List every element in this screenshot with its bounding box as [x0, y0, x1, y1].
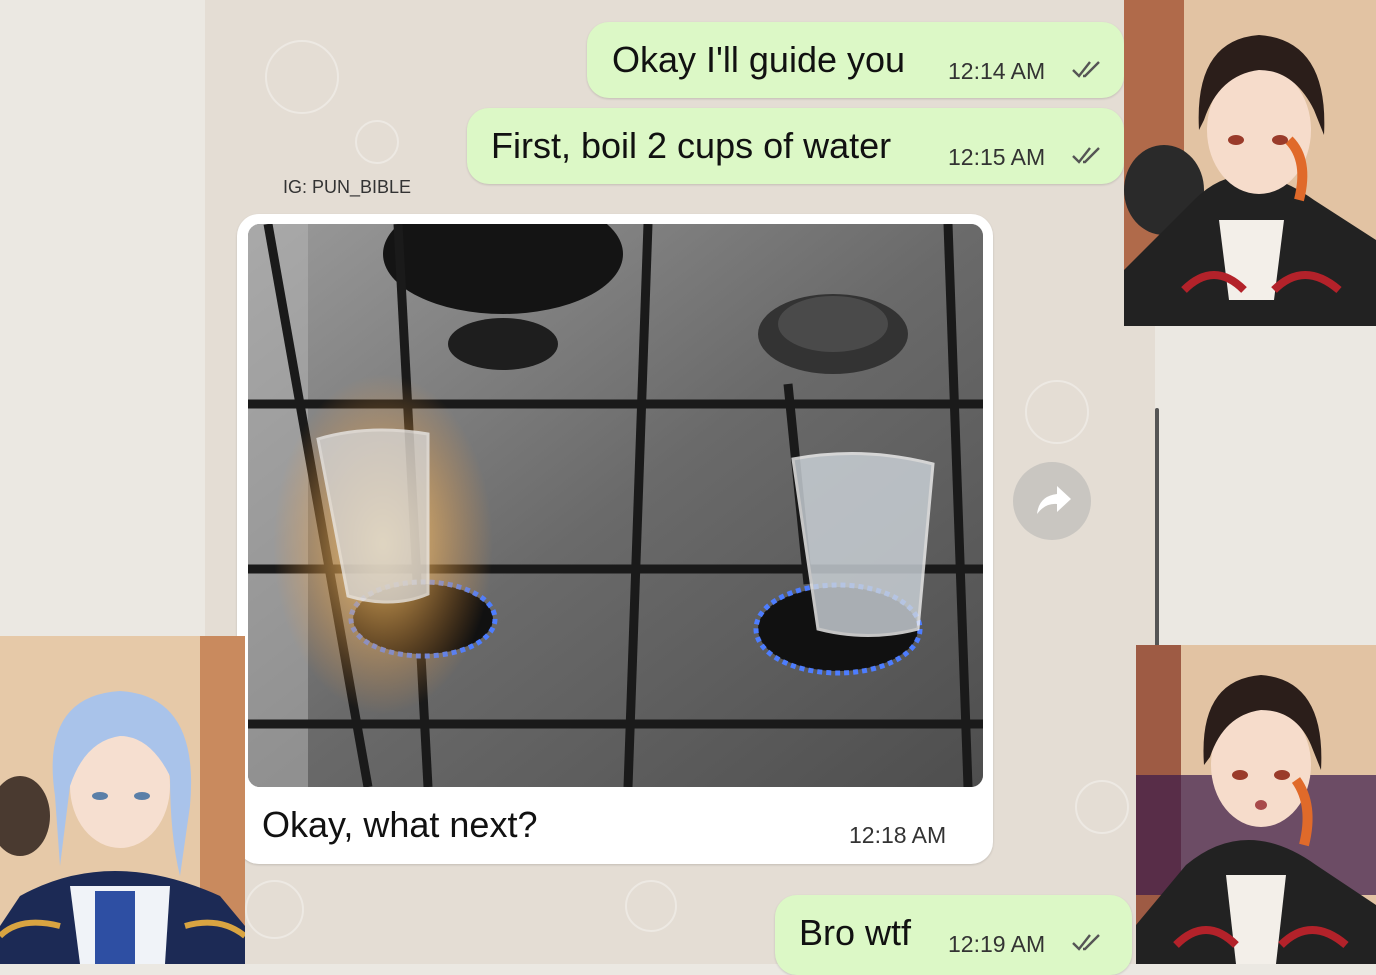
gas-stove-image: [248, 224, 983, 787]
double-check-icon: [1072, 934, 1100, 951]
wallpaper-doodle: [625, 880, 677, 932]
wallpaper-doodle: [1025, 380, 1089, 444]
wallpaper-doodle: [1075, 780, 1129, 834]
double-check-icon: [1072, 61, 1100, 78]
character-portrait-dark-hair: [1124, 0, 1376, 326]
character-portrait-dark-hair-worried: [1136, 645, 1376, 964]
message-time: 12:18 AM: [849, 822, 947, 848]
wallpaper-doodle: [265, 40, 339, 114]
double-check-icon: [1072, 147, 1100, 164]
message-time: 12:14 AM: [948, 58, 1046, 84]
outgoing-message-bubble[interactable]: Okay I'll guide you 12:14 AM: [587, 22, 1124, 98]
wallpaper-doodle: [355, 120, 399, 164]
character-portrait-blue-hair: [0, 636, 245, 964]
message-time: 12:19 AM: [948, 931, 1046, 957]
message-caption: Okay, what next?: [262, 804, 538, 845]
forward-button[interactable]: [1013, 462, 1091, 540]
scrollbar[interactable]: [1155, 408, 1159, 648]
outgoing-message-bubble[interactable]: First, boil 2 cups of water 12:15 AM: [467, 108, 1124, 184]
wallpaper-doodle: [245, 880, 304, 939]
outgoing-message-bubble[interactable]: Bro wtf 12:19 AM: [775, 895, 1132, 975]
forward-arrow-icon: [1037, 486, 1071, 514]
message-text: Okay I'll guide you: [612, 39, 906, 80]
stove-photo[interactable]: [248, 224, 983, 787]
message-time: 12:15 AM: [948, 144, 1046, 170]
message-text: First, boil 2 cups of water: [491, 125, 892, 166]
message-text: Bro wtf: [799, 912, 912, 953]
watermark-text: IG: PUN_BIBLE: [283, 177, 412, 197]
